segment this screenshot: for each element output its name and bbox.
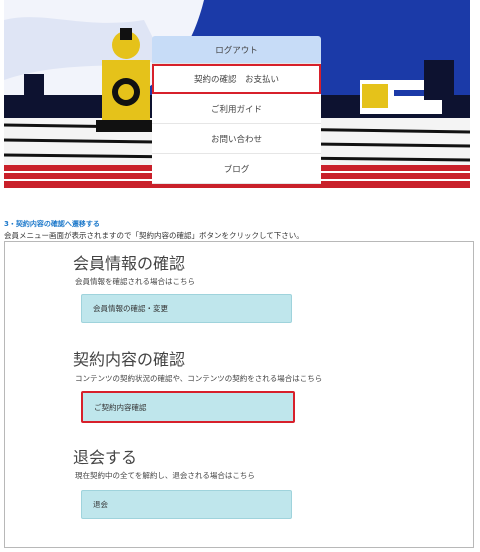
member-menu: ログアウト 契約の確認 お支払い ご利用ガイド お問い合わせ ブログ xyxy=(152,36,321,184)
member-info-button[interactable]: 会員情報の確認・変更 xyxy=(81,294,292,323)
logout-button[interactable]: ログアウト xyxy=(152,36,321,64)
contact-menu-item[interactable]: お問い合わせ xyxy=(152,124,321,154)
contract-button[interactable]: ご契約内容確認 xyxy=(81,391,295,423)
member-panel: 会員情報の確認 会員情報を確認される場合はこちら 会員情報の確認・変更 契約内容… xyxy=(4,241,474,548)
contract-payment-menu-item[interactable]: 契約の確認 お支払い xyxy=(152,64,321,94)
member-info-heading: 会員情報の確認 xyxy=(73,254,186,273)
contract-description: コンテンツの契約状況の確認や、コンテンツの契約をされる場合はこちら xyxy=(75,374,323,383)
step-description: 会員メニュー画面が表示されますので「契約内容の確認」ボタンをクリックして下さい。 xyxy=(4,231,304,240)
member-info-description: 会員情報を確認される場合はこちら xyxy=(75,277,195,286)
guide-menu-item[interactable]: ご利用ガイド xyxy=(152,94,321,124)
withdraw-description: 現在契約中の全てを解約し、退会される場合はこちら xyxy=(75,471,255,480)
withdraw-button[interactable]: 退会 xyxy=(81,490,292,519)
step-title: 3・契約内容の確認へ遷移する xyxy=(4,220,100,228)
contract-heading: 契約内容の確認 xyxy=(73,350,186,369)
blog-menu-item[interactable]: ブログ xyxy=(152,154,321,184)
withdraw-heading: 退会する xyxy=(73,448,138,467)
